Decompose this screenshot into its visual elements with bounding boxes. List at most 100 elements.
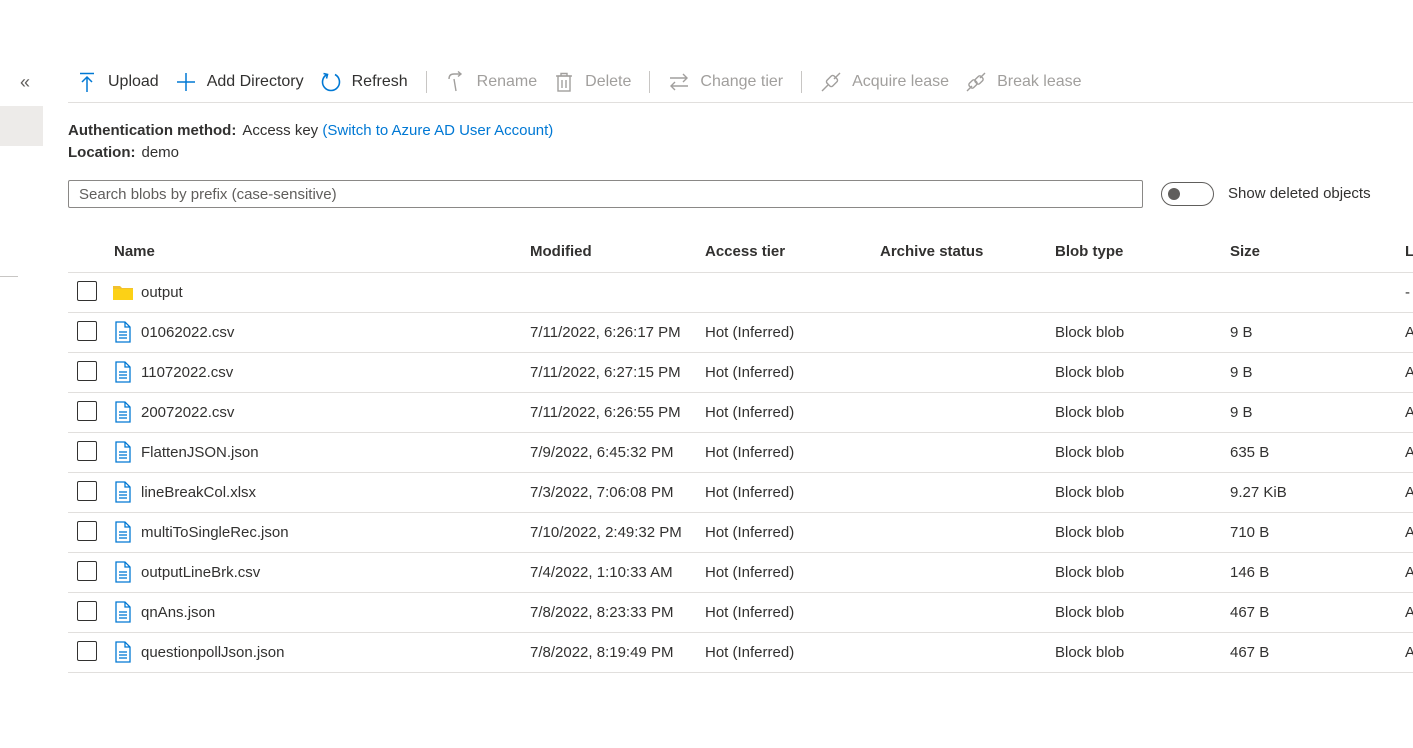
- refresh-button[interactable]: Refresh: [312, 64, 416, 100]
- file-icon: [115, 521, 131, 543]
- upload-icon: [80, 72, 94, 92]
- file-icon: [115, 441, 131, 463]
- cell-lease-state: A: [1405, 484, 1413, 501]
- cell-size: 635 B: [1230, 444, 1270, 461]
- cell-name[interactable]: 01062022.csv: [141, 324, 234, 341]
- file-icon: [115, 361, 131, 383]
- row-checkbox[interactable]: [77, 641, 97, 661]
- table-row[interactable]: output -: [68, 273, 1413, 313]
- cell-name[interactable]: FlattenJSON.json: [141, 444, 259, 461]
- cell-access-tier: Hot (Inferred): [705, 644, 795, 661]
- cell-access-tier: Hot (Inferred): [705, 324, 795, 341]
- table-row[interactable]: qnAns.json 7/8/2022, 8:23:33 PM Hot (Infer…: [68, 593, 1413, 633]
- auth-method-label: Authentication method:: [68, 122, 237, 139]
- column-header-archive-status[interactable]: Archive status: [880, 243, 983, 260]
- file-icon: [115, 561, 131, 583]
- auth-method-line: Authentication method: Access key (Switch…: [68, 120, 553, 142]
- cell-size: 710 B: [1230, 524, 1270, 541]
- column-header-blob-type[interactable]: Blob type: [1055, 243, 1123, 260]
- search-input[interactable]: [68, 180, 1143, 208]
- toolbar-separator: [425, 71, 427, 93]
- cell-name[interactable]: questionpollJson.json: [141, 644, 284, 661]
- row-checkbox[interactable]: [77, 441, 97, 461]
- cell-lease-state: A: [1405, 444, 1413, 461]
- cell-name[interactable]: 20072022.csv: [141, 404, 234, 421]
- blob-table: Name Modified Access tier Archive status…: [68, 232, 1413, 673]
- location-label: Location:: [68, 144, 136, 161]
- column-header-access-tier[interactable]: Access tier: [705, 243, 785, 260]
- cell-access-tier: Hot (Inferred): [705, 444, 795, 461]
- cell-blob-type: Block blob: [1055, 404, 1125, 421]
- toolbar-separator: [801, 71, 803, 93]
- row-checkbox[interactable]: [77, 481, 97, 501]
- cell-modified: 7/4/2022, 1:10:33 AM: [530, 564, 673, 581]
- folder-icon: [113, 286, 133, 300]
- cell-name[interactable]: outputLineBrk.csv: [141, 564, 260, 581]
- cell-size: 146 B: [1230, 564, 1270, 581]
- add-directory-label: Add Directory: [206, 73, 304, 90]
- cell-lease-state: A: [1405, 604, 1413, 621]
- cell-name[interactable]: qnAns.json: [141, 604, 215, 621]
- trash-icon: [556, 72, 573, 92]
- column-header-name[interactable]: Name: [114, 243, 155, 260]
- row-checkbox[interactable]: [77, 521, 97, 541]
- cell-size: 9.27 KiB: [1230, 484, 1287, 501]
- column-header-lease-state[interactable]: L: [1405, 243, 1413, 260]
- table-row[interactable]: 11072022.csv 7/11/2022, 6:27:15 PM Hot (In…: [68, 353, 1413, 393]
- collapse-sidebar-icon[interactable]: «: [14, 70, 36, 94]
- location-line: Location: demo: [68, 142, 553, 164]
- delete-button[interactable]: Delete: [545, 64, 639, 100]
- row-checkbox[interactable]: [77, 561, 97, 581]
- cell-modified: 7/3/2022, 7:06:08 PM: [530, 484, 674, 501]
- row-checkbox[interactable]: [77, 281, 97, 301]
- upload-button[interactable]: Upload: [68, 64, 167, 100]
- upload-label: Upload: [108, 73, 159, 90]
- table-row[interactable]: FlattenJSON.json 7/9/2022, 6:45:32 PM Hot …: [68, 433, 1413, 473]
- row-checkbox[interactable]: [77, 361, 97, 381]
- column-header-size[interactable]: Size: [1230, 243, 1260, 260]
- column-header-modified[interactable]: Modified: [530, 243, 592, 260]
- cell-modified: 7/11/2022, 6:27:15 PM: [530, 364, 681, 381]
- cell-blob-type: Block blob: [1055, 444, 1125, 461]
- sidebar-selected-item[interactable]: [0, 106, 43, 146]
- switch-auth-link[interactable]: (Switch to Azure AD User Account): [322, 122, 553, 139]
- table-row[interactable]: lineBreakCol.xlsx 7/3/2022, 7:06:08 PM Hot…: [68, 473, 1413, 513]
- table-row[interactable]: 01062022.csv 7/11/2022, 6:26:17 PM Hot (In…: [68, 313, 1413, 353]
- acquire-lease-button[interactable]: Acquire lease: [812, 64, 957, 100]
- table-row[interactable]: questionpollJson.json 7/8/2022, 8:19:49 P…: [68, 633, 1413, 673]
- auth-method-value: Access key: [242, 122, 319, 139]
- cell-modified: 7/8/2022, 8:23:33 PM: [530, 604, 674, 621]
- plus-icon: [176, 73, 195, 91]
- connection-info: Authentication method: Access key (Switch…: [68, 120, 553, 164]
- row-checkbox[interactable]: [77, 321, 97, 341]
- show-deleted-toggle[interactable]: [1161, 182, 1214, 206]
- cell-name[interactable]: output: [141, 284, 183, 301]
- cell-modified: 7/8/2022, 8:19:49 PM: [530, 644, 674, 661]
- broken-link-icon: [966, 72, 986, 92]
- row-checkbox[interactable]: [77, 401, 97, 421]
- rename-button[interactable]: Rename: [437, 64, 545, 100]
- cell-access-tier: Hot (Inferred): [705, 564, 795, 581]
- cell-size: 467 B: [1230, 604, 1270, 621]
- cell-name[interactable]: lineBreakCol.xlsx: [141, 484, 256, 501]
- cell-access-tier: Hot (Inferred): [705, 524, 795, 541]
- change-tier-button[interactable]: Change tier: [660, 64, 791, 100]
- table-row[interactable]: 20072022.csv 7/11/2022, 6:26:55 PM Hot (In…: [68, 393, 1413, 433]
- cell-name[interactable]: 11072022.csv: [141, 364, 233, 381]
- cell-blob-type: Block blob: [1055, 524, 1125, 541]
- file-icon: [115, 601, 131, 623]
- cell-access-tier: Hot (Inferred): [705, 364, 795, 381]
- break-lease-button[interactable]: Break lease: [957, 64, 1090, 100]
- cell-blob-type: Block blob: [1055, 484, 1125, 501]
- table-row[interactable]: multiToSingleRec.json 7/10/2022, 2:49:32 …: [68, 513, 1413, 553]
- cell-blob-type: Block blob: [1055, 644, 1125, 661]
- cell-access-tier: Hot (Inferred): [705, 404, 795, 421]
- cell-size: 9 B: [1230, 324, 1253, 341]
- cell-blob-type: Block blob: [1055, 564, 1125, 581]
- add-directory-button[interactable]: Add Directory: [167, 64, 312, 100]
- row-checkbox[interactable]: [77, 601, 97, 621]
- break-lease-label: Break lease: [997, 73, 1082, 90]
- cell-size: 467 B: [1230, 644, 1270, 661]
- cell-name[interactable]: multiToSingleRec.json: [141, 524, 289, 541]
- table-row[interactable]: outputLineBrk.csv 7/4/2022, 1:10:33 AM Hot…: [68, 553, 1413, 593]
